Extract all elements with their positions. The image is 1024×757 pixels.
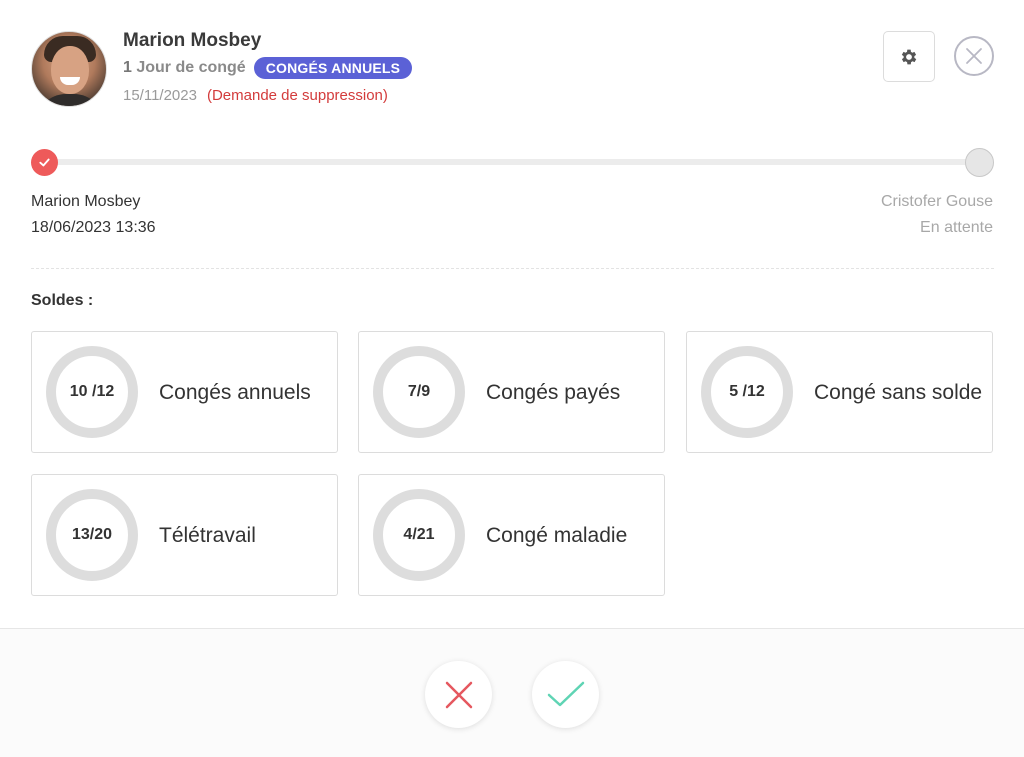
balance-card: 4/21 Congé maladie (358, 474, 665, 596)
balance-label: Congés annuels (159, 380, 311, 404)
leave-summary: 1 Jour de congé CONGÉS ANNUELS (123, 57, 413, 79)
balance-card: 10 /12 Congés annuels (31, 331, 338, 453)
leave-duration: 1 Jour de congé (123, 59, 246, 76)
balance-label: Télétravail (159, 523, 256, 547)
approval-timeline (31, 146, 994, 180)
balance-ratio: 10 /12 (69, 383, 115, 400)
approver-step-2: Cristofer Gouse En attente (881, 189, 993, 241)
timeline-track (45, 159, 980, 165)
request-date: 15/11/2023 (123, 87, 197, 104)
balance-label: Congé sans solde (814, 380, 983, 404)
employee-name: Marion Mosbey (123, 30, 262, 51)
gear-icon (901, 49, 917, 64)
balance-label: Congé maladie (486, 523, 628, 547)
divider (31, 268, 994, 269)
request-header: Marion Mosbey 1 Jour de congé CONGÉS ANN… (0, 0, 1024, 130)
check-icon (547, 681, 584, 706)
approve-button[interactable] (532, 661, 599, 728)
close-button[interactable] (954, 36, 994, 76)
settings-button[interactable] (883, 31, 935, 82)
balance-ratio: 7/9 (407, 383, 431, 400)
avatar (31, 31, 107, 107)
deletion-note: (Demande de suppression) (206, 87, 388, 104)
reject-button[interactable] (425, 661, 492, 728)
approver-step-1: Marion Mosbey 18/06/2023 13:36 (31, 189, 156, 241)
step-pending-marker (965, 148, 994, 177)
action-footer (0, 629, 1024, 757)
approver-name: Marion Mosbey (31, 193, 141, 210)
leave-type-badge: CONGÉS ANNUELS (253, 57, 413, 79)
request-meta: 15/11/2023 (Demande de suppression) (123, 87, 388, 104)
balance-ratio: 5 /12 (729, 383, 765, 400)
approver-status: En attente (920, 219, 993, 236)
x-icon (445, 681, 472, 708)
approver-name: Cristofer Gouse (880, 193, 993, 210)
balance-label: Congés payés (486, 380, 621, 404)
balance-card: 5 /12 Congé sans solde (686, 331, 993, 453)
balance-card: 7/9 Congés payés (358, 331, 665, 453)
balances-title: Soldes : (31, 292, 94, 309)
balance-card: 13/20 Télétravail (31, 474, 338, 596)
close-icon (966, 48, 982, 64)
step-approved-marker (31, 149, 58, 176)
balance-ratio: 4/21 (403, 526, 435, 543)
approver-timestamp: 18/06/2023 13:36 (31, 219, 156, 236)
check-icon (39, 158, 50, 167)
balance-ratio: 13/20 (71, 526, 113, 543)
